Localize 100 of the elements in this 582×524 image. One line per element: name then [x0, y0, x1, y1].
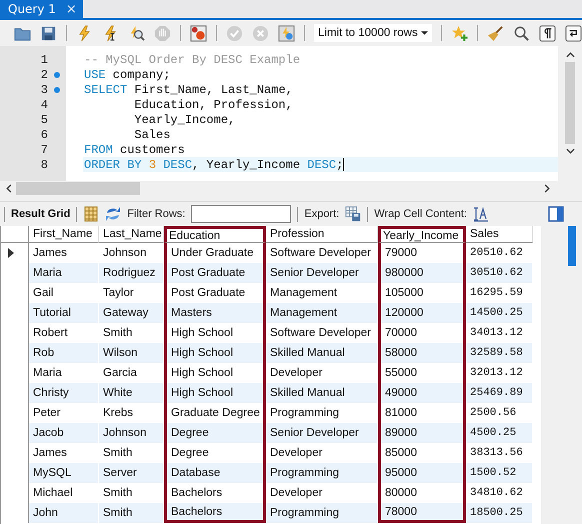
code-line: Sales: [133, 128, 170, 142]
line-number: 2: [40, 68, 48, 82]
code-line: -- MySQL Order By DESC Example: [84, 52, 300, 66]
close-icon[interactable]: ×: [66, 2, 77, 16]
table-cell: Post Graduate: [164, 283, 266, 303]
magnifier-lightning-icon[interactable]: [128, 24, 145, 42]
side-panel-icon[interactable]: [548, 206, 564, 222]
table-cell: Programming: [266, 463, 378, 483]
table-cell: White: [99, 383, 164, 403]
save-icon[interactable]: [40, 24, 57, 42]
table-cell: Degree: [164, 423, 266, 443]
table-cell: Christy: [29, 383, 99, 403]
table-cell: 32589.58: [466, 343, 533, 363]
table-cell: High School: [164, 323, 266, 343]
table-cell: 1500.52: [466, 463, 533, 483]
search-icon[interactable]: [513, 24, 530, 42]
line-number: 6: [40, 128, 48, 142]
wrap-icon[interactable]: [565, 24, 582, 42]
column-header[interactable]: Education: [164, 226, 266, 243]
table-cell: 79000: [378, 243, 466, 263]
table-cell: 49000: [378, 383, 466, 403]
check-icon: [226, 24, 243, 42]
table-cell: Tutorial: [29, 303, 99, 323]
table-cell: Skilled Manual: [266, 343, 378, 363]
cancel-icon: [252, 24, 269, 42]
code-line: ORDER BY 3 DESC, Yearly_Income DESC;: [84, 158, 344, 172]
line-number: 5: [40, 112, 48, 126]
table-cell: 18500.25: [466, 503, 533, 523]
line-number: 3: [40, 82, 48, 96]
table-cell: Skilled Manual: [266, 383, 378, 403]
table-cell: Johnson: [99, 423, 164, 443]
table-cell: Graduate Degree: [164, 403, 266, 423]
star-plus-icon[interactable]: [451, 24, 468, 42]
table-cell: MySQL: [29, 463, 99, 483]
code-line: Yearly_Income,: [133, 112, 236, 126]
table-cell: 105000: [378, 283, 466, 303]
table-cell: Post Graduate: [164, 263, 266, 283]
wrap-text-icon[interactable]: [472, 206, 489, 222]
column-header[interactable]: First_Name: [29, 226, 99, 243]
table-cell: 30510.62: [466, 263, 533, 283]
table-cell: 70000: [378, 323, 466, 343]
table-cell: Gateway: [99, 303, 164, 323]
table-cell: 58000: [378, 343, 466, 363]
table-cell: 85000: [378, 443, 466, 463]
table-cell: High School: [164, 343, 266, 363]
table-cell: 55000: [378, 363, 466, 383]
filter-rows-field[interactable]: [191, 205, 292, 223]
table-cell: 120000: [378, 303, 466, 323]
table-cell: Rodriguez: [99, 263, 164, 283]
query-tab[interactable]: Query 1 ×: [0, 0, 83, 18]
refresh-icon[interactable]: [105, 206, 122, 222]
table-cell: Rob: [29, 343, 99, 363]
stop-hand-icon: [154, 24, 171, 42]
table-cell: 25469.89: [466, 383, 533, 403]
filter-rows-label: Filter Rows:: [127, 208, 186, 220]
column-header[interactable]: Sales: [466, 226, 533, 243]
scroll-indicator: [568, 226, 576, 266]
export-icon[interactable]: [345, 206, 362, 222]
caret-icon: [421, 31, 428, 35]
grid-icon[interactable]: [83, 206, 100, 222]
autocommit-icon[interactable]: [278, 24, 295, 42]
tab-title: Query 1: [8, 2, 56, 16]
table-cell: Masters: [164, 303, 266, 323]
stop-script-icon[interactable]: [190, 24, 207, 42]
code-line: SELECT First_Name, Last_Name,: [84, 82, 293, 96]
wrap-cell-content-label: Wrap Cell Content:: [374, 208, 467, 220]
table-cell: 80000: [378, 483, 466, 503]
line-number: 1: [40, 52, 48, 66]
line-number: 4: [40, 98, 48, 112]
table-cell: Degree: [164, 443, 266, 463]
table-cell: 980000: [378, 263, 466, 283]
table-cell: 89000: [378, 423, 466, 443]
line-number: 7: [40, 142, 48, 156]
table-cell: 78000: [378, 503, 466, 523]
table-cell: Server: [99, 463, 164, 483]
table-cell: Database: [164, 463, 266, 483]
limit-dropdown[interactable]: Limit to 10000 rows: [314, 24, 432, 42]
line-number: 8: [40, 158, 48, 172]
table-cell: High School: [164, 363, 266, 383]
broom-icon[interactable]: [487, 24, 504, 42]
table-cell: Smith: [99, 503, 164, 523]
table-cell: 81000: [378, 403, 466, 423]
table-cell: Senior Developer: [266, 263, 378, 283]
table-cell: 95000: [378, 463, 466, 483]
table-cell: Bachelors: [164, 483, 266, 503]
column-header[interactable]: Last_Name: [99, 226, 164, 243]
table-cell: Maria: [29, 263, 99, 283]
column-header[interactable]: Profession: [266, 226, 378, 243]
column-header[interactable]: Yearly_Income: [378, 226, 466, 243]
table-cell: Senior Developer: [266, 423, 378, 443]
pilcrow-icon[interactable]: [539, 24, 556, 42]
table-cell: Jacob: [29, 423, 99, 443]
table-cell: Wilson: [99, 343, 164, 363]
code-line: Education, Profession,: [133, 98, 293, 112]
table-cell: Management: [266, 303, 378, 323]
table-cell: 4500.25: [466, 423, 533, 443]
table-cell: Bachelors: [164, 503, 266, 523]
result-grid-label[interactable]: Result Grid: [11, 208, 70, 220]
table-cell: John: [29, 503, 99, 523]
table-cell: Under Graduate: [164, 243, 266, 263]
